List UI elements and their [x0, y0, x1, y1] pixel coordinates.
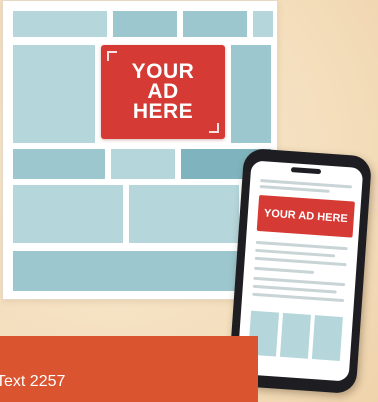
content-line — [253, 266, 315, 274]
corner-mark — [107, 51, 117, 61]
ad-banner-label: YOUR AD HERE — [131, 60, 195, 123]
your-ad-here-banner[interactable]: YOUR AD HERE — [101, 45, 225, 139]
layout-block — [13, 11, 107, 37]
layout-block — [311, 315, 343, 361]
mobile-ad-banner[interactable]: YOUR AD HERE — [256, 194, 355, 238]
layout-block — [113, 11, 177, 37]
mobile-ad-label: YOUR AD HERE — [263, 206, 349, 225]
layout-block — [183, 11, 247, 37]
caption-text: Text 2257 — [0, 373, 66, 390]
layout-block — [13, 149, 105, 179]
content-line — [252, 292, 345, 303]
layout-block — [253, 11, 273, 37]
layout-block — [231, 45, 271, 143]
content-line — [252, 284, 337, 294]
layout-block — [279, 312, 311, 359]
layout-block — [13, 45, 95, 143]
phone-notch — [290, 167, 322, 175]
layout-block — [129, 185, 239, 243]
content-line — [255, 248, 336, 258]
layout-block — [13, 185, 123, 243]
layout-block — [111, 149, 175, 179]
caption-bar: Text 2257 — [0, 336, 258, 402]
layout-block — [13, 251, 269, 291]
content-line — [254, 256, 347, 267]
corner-mark — [209, 123, 219, 133]
